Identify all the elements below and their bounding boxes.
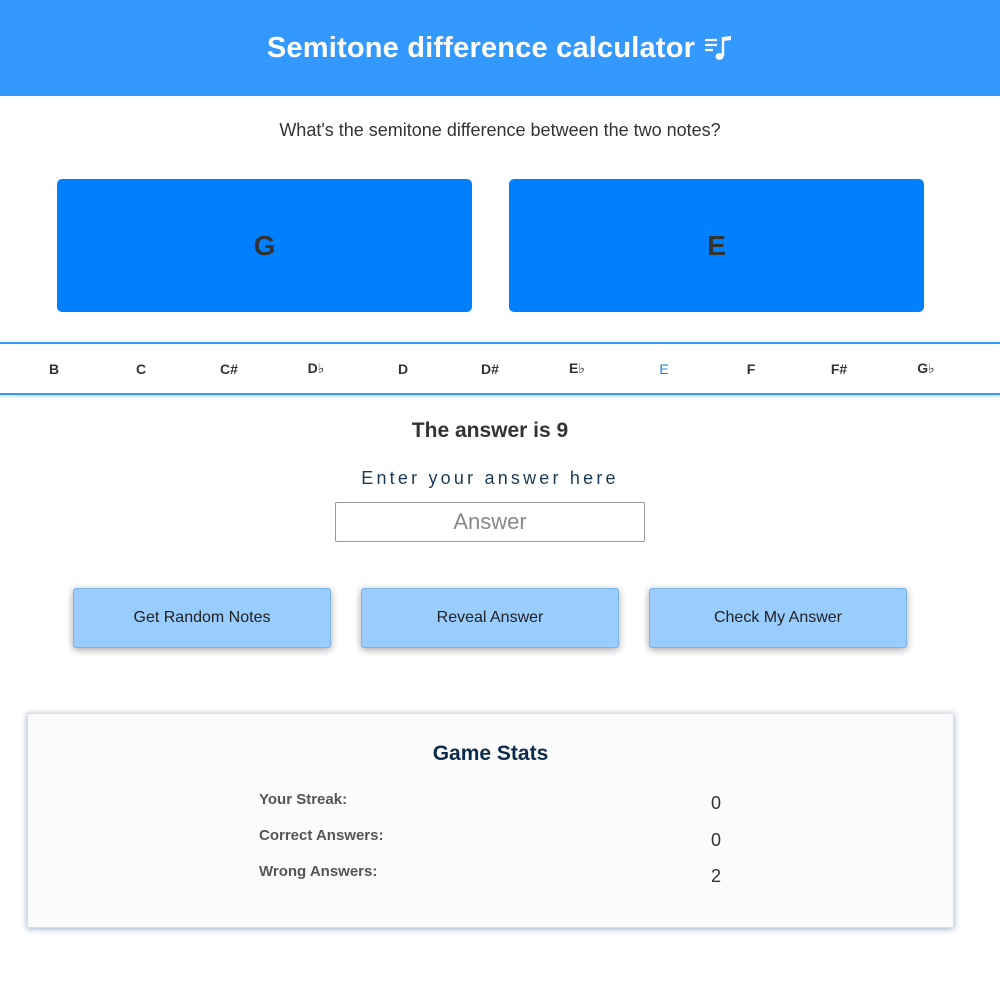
note-card-second: E xyxy=(509,179,924,312)
game-stats-panel: Game Stats Your Streak: 0 Correct Answer… xyxy=(27,713,954,928)
reveal-answer-button[interactable]: Reveal Answer xyxy=(361,588,619,648)
game-stats-title: Game Stats xyxy=(432,742,549,765)
note-item-g-flat[interactable]: G♭ xyxy=(896,344,956,393)
app-header: Semitone difference calculator xyxy=(0,0,1000,96)
app-title: Semitone difference calculator xyxy=(266,31,696,64)
note-item-d[interactable]: D xyxy=(373,344,433,393)
streak-label: Your Streak: xyxy=(259,791,348,808)
note-item-d-flat[interactable]: D♭ xyxy=(286,344,346,393)
answer-input-label: Enter your answer here xyxy=(361,468,619,488)
question-text: What's the semitone difference between t… xyxy=(279,120,721,140)
note-item-d-sharp[interactable]: D# xyxy=(460,344,520,393)
correct-answers-label: Correct Answers: xyxy=(259,827,384,844)
answer-input[interactable] xyxy=(335,502,645,542)
note-item-c-sharp[interactable]: C# xyxy=(199,344,259,393)
check-answer-button[interactable]: Check My Answer xyxy=(649,588,907,648)
note-card-first: G xyxy=(57,179,472,312)
correct-answers-value: 0 xyxy=(710,830,721,850)
note-strip: B C C# D♭ D D# E♭ E F F# G♭ xyxy=(0,342,1000,395)
note-card-first-label: G xyxy=(253,229,276,261)
get-random-notes-button[interactable]: Get Random Notes xyxy=(73,588,331,648)
note-card-second-label: E xyxy=(707,229,726,261)
note-item-e[interactable]: E xyxy=(634,344,694,393)
note-item-f[interactable]: F xyxy=(721,344,781,393)
note-item-e-flat[interactable]: E♭ xyxy=(547,344,607,393)
answer-reveal-text: The answer is 9 xyxy=(411,419,569,442)
wrong-answers-value: 2 xyxy=(710,866,721,886)
note-item-b[interactable]: B xyxy=(24,344,84,393)
music-note-icon xyxy=(703,34,733,62)
streak-value: 0 xyxy=(710,793,721,813)
note-item-c[interactable]: C xyxy=(111,344,171,393)
wrong-answers-label: Wrong Answers: xyxy=(259,863,378,880)
note-item-f-sharp[interactable]: F# xyxy=(809,344,869,393)
